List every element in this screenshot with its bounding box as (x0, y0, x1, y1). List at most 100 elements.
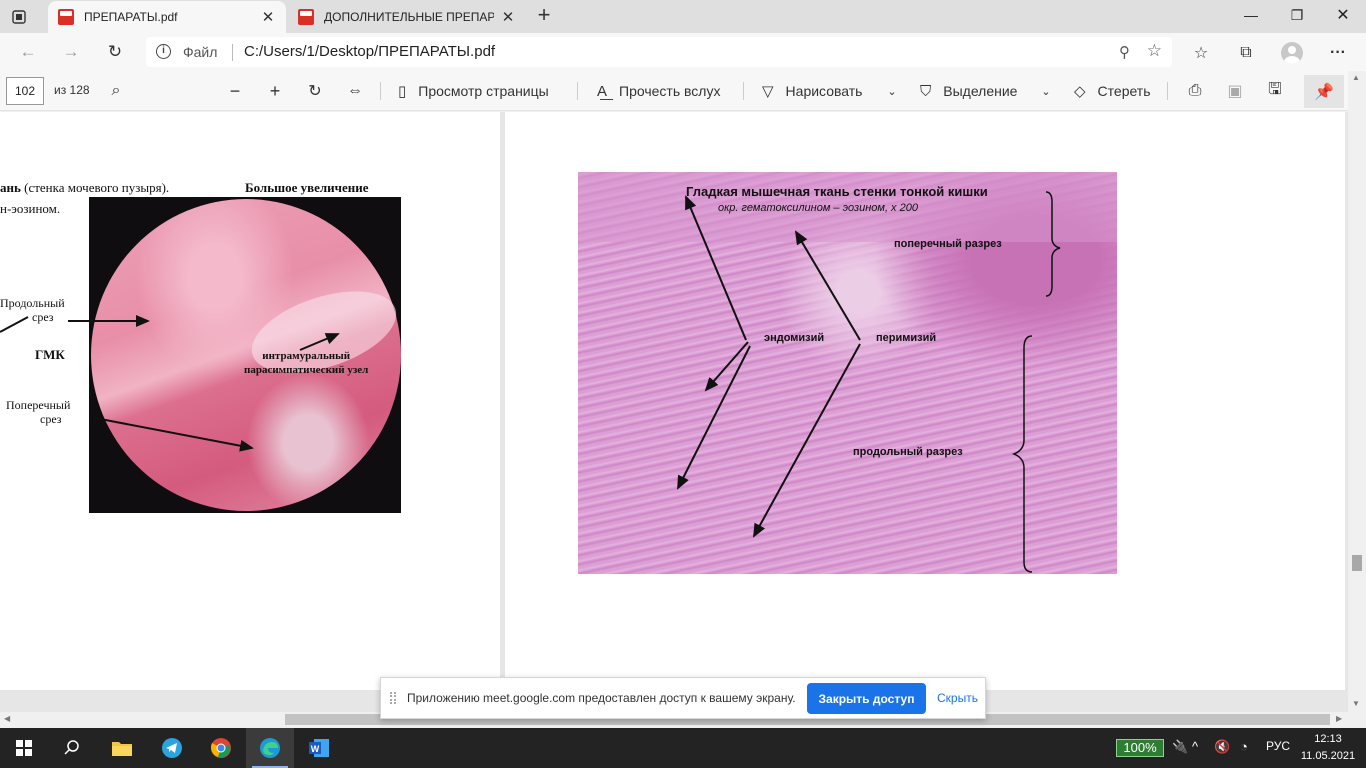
telegram-button[interactable] (148, 728, 196, 768)
svg-text:W: W (311, 744, 320, 754)
fit-width-icon[interactable]: ⇔ (343, 79, 367, 103)
close-tab-icon[interactable]: ✕ (260, 8, 276, 26)
windows-taskbar: W 100% 🔌 ^ 🔇 ◔ РУС 12:13 11.05.2021 (0, 728, 1366, 768)
stop-sharing-button[interactable]: Закрыть доступ (807, 683, 926, 714)
chrome-icon (210, 738, 231, 758)
draw-pen-icon: ▽ (762, 83, 774, 100)
close-tab-icon[interactable]: ✕ (500, 8, 516, 26)
page-view-button[interactable]: ▯ Просмотр страницы (398, 79, 549, 103)
start-button[interactable] (0, 728, 48, 768)
word-icon: W (309, 739, 329, 757)
address-divider (232, 44, 233, 61)
folder-icon (112, 742, 132, 756)
collections-icon[interactable]: ⧉ (1234, 41, 1258, 65)
annotation-arrows (0, 315, 340, 452)
vertical-scrollbar[interactable]: ▲ ▼ (1348, 71, 1366, 712)
scroll-right-arrow-icon[interactable]: ▶ (1336, 714, 1342, 723)
highlight-button[interactable]: ⛉ Выделение (920, 79, 1017, 103)
forward-button[interactable]: → (59, 40, 83, 64)
page-view-label: Просмотр страницы (418, 83, 549, 99)
page-view-icon: ▯ (398, 83, 407, 100)
small-intestine-micrograph: Гладкая мышечная ткань стенки тонкой киш… (578, 172, 1117, 574)
edge-button[interactable] (246, 728, 294, 768)
back-button[interactable]: ← (16, 40, 40, 64)
zoom-in-button[interactable]: + (263, 79, 287, 103)
scroll-down-arrow-icon[interactable]: ▼ (1352, 699, 1360, 708)
label-endomysium: эндомизий (764, 332, 825, 344)
wifi-icon[interactable]: ◔ (1240, 739, 1248, 754)
close-window-button[interactable]: ✕ (1320, 0, 1366, 30)
add-favorite-icon[interactable]: ☆ (1147, 41, 1162, 61)
search-icon[interactable]: ⌕ (104, 79, 128, 103)
scroll-up-arrow-icon[interactable]: ▲ (1352, 73, 1360, 82)
system-clock[interactable]: 12:13 11.05.2021 (1296, 731, 1360, 765)
file-explorer-button[interactable] (98, 728, 146, 768)
vertical-scroll-thumb[interactable] (1352, 555, 1362, 571)
power-plug-icon[interactable]: 🔌 (1172, 739, 1188, 755)
draw-button[interactable]: ▽ Нарисовать (762, 79, 862, 103)
clock-date: 11.05.2021 (1300, 750, 1356, 762)
highlight-chevron-down-icon[interactable]: ⌄ (1034, 79, 1058, 103)
new-tab-button[interactable]: + (532, 4, 556, 28)
page-number-input[interactable]: 102 (6, 77, 44, 105)
minimize-button[interactable]: — (1228, 0, 1274, 30)
read-aloud-button[interactable]: A͟ Прочесть вслух (597, 79, 720, 103)
page-total: из 128 (54, 83, 90, 97)
drag-handle-icon[interactable] (390, 692, 396, 704)
pdf-toolbar: 102 из 128 ⌕ − + ↻ ⇔ ▯ Просмотр страницы… (0, 71, 1366, 111)
edge-icon (260, 738, 280, 758)
label-ganglion: интрамуральный парасимпатический узел (244, 350, 369, 376)
save-as-icon[interactable]: 🖫 (1263, 79, 1287, 103)
save-icon[interactable]: ▣ (1223, 79, 1247, 103)
tab-label: ДОПОЛНИТЕЛЬНЫЕ ПРЕПАРАТЫ (324, 10, 494, 24)
eraser-icon: ◇ (1074, 83, 1086, 100)
tab-label: ПРЕПАРАТЫ.pdf (84, 10, 178, 24)
toolbar-divider (1167, 82, 1168, 100)
micrograph-subtitle: окр. гематоксилином – эозином, х 200 (718, 202, 918, 214)
pdf-document-view[interactable]: ань (стенка мочевого пузыря). Большое ув… (0, 112, 1348, 712)
draw-chevron-down-icon[interactable]: ⌄ (880, 79, 904, 103)
pdf-file-icon (298, 9, 314, 25)
label-perimysium: перимизий (876, 332, 937, 344)
chrome-button[interactable] (197, 728, 245, 768)
screen-share-notice: Приложению meet.google.com предоставлен … (380, 677, 986, 719)
address-url[interactable]: C:/Users/1/Desktop/ПРЕПАРАТЫ.pdf (244, 43, 495, 60)
hide-notice-link[interactable]: Скрыть (937, 691, 978, 705)
print-icon[interactable]: ⎙ (1183, 79, 1207, 103)
tab-dopolnitelnye[interactable]: ДОПОЛНИТЕЛЬНЫЕ ПРЕПАРАТЫ ✕ (288, 1, 526, 33)
highlighter-icon: ⛉ (920, 82, 932, 100)
navigation-bar: ← → ↻ i Файл C:/Users/1/Desktop/ПРЕПАРАТ… (0, 33, 1366, 71)
clock-time: 12:13 (1314, 733, 1342, 745)
favorites-icon[interactable]: ☆ (1189, 41, 1213, 65)
label-cross-section: Поперечный срез (6, 398, 71, 426)
refresh-button[interactable]: ↻ (103, 40, 127, 64)
address-bar[interactable]: i Файл C:/Users/1/Desktop/ПРЕПАРАТЫ.pdf … (146, 37, 1172, 67)
pin-toolbar-icon[interactable]: 📌 (1304, 75, 1344, 108)
telegram-icon (162, 738, 182, 758)
tab-strip: ПРЕПАРАТЫ.pdf ✕ ДОПОЛНИТЕЛЬНЫЕ ПРЕПАРАТЫ… (0, 0, 1366, 33)
battery-indicator[interactable]: 100% (1116, 739, 1164, 757)
language-indicator[interactable]: РУС (1266, 739, 1290, 753)
scroll-left-arrow-icon[interactable]: ◀ (4, 714, 10, 723)
rotate-icon[interactable]: ↻ (303, 79, 327, 103)
read-aloud-label: Прочесть вслух (619, 83, 721, 99)
tab-preparaty[interactable]: ПРЕПАРАТЫ.pdf ✕ (48, 1, 286, 33)
toolbar-divider (577, 82, 578, 100)
word-button[interactable]: W (295, 728, 343, 768)
restore-button[interactable]: ❐ (1274, 0, 1320, 30)
search-icon (64, 740, 79, 755)
micrograph-title: Гладкая мышечная ткань стенки тонкой киш… (686, 184, 988, 199)
profile-avatar[interactable] (1280, 41, 1304, 65)
zoom-out-button[interactable]: − (223, 79, 247, 103)
volume-muted-icon[interactable]: 🔇 (1214, 739, 1230, 755)
tab-actions-icon[interactable] (8, 6, 30, 28)
read-aloud-icon: A͟ (597, 82, 608, 100)
erase-button[interactable]: ◇ Стереть (1074, 79, 1151, 103)
search-taskbar-button[interactable] (48, 728, 96, 768)
show-hidden-icons-chevron-icon[interactable]: ^ (1192, 739, 1198, 754)
settings-more-icon[interactable]: ··· (1326, 41, 1350, 65)
windows-logo-icon (16, 740, 32, 756)
zoom-icon[interactable]: ⚲ (1119, 43, 1130, 61)
erase-label: Стереть (1097, 83, 1151, 99)
info-icon[interactable]: i (156, 44, 171, 59)
